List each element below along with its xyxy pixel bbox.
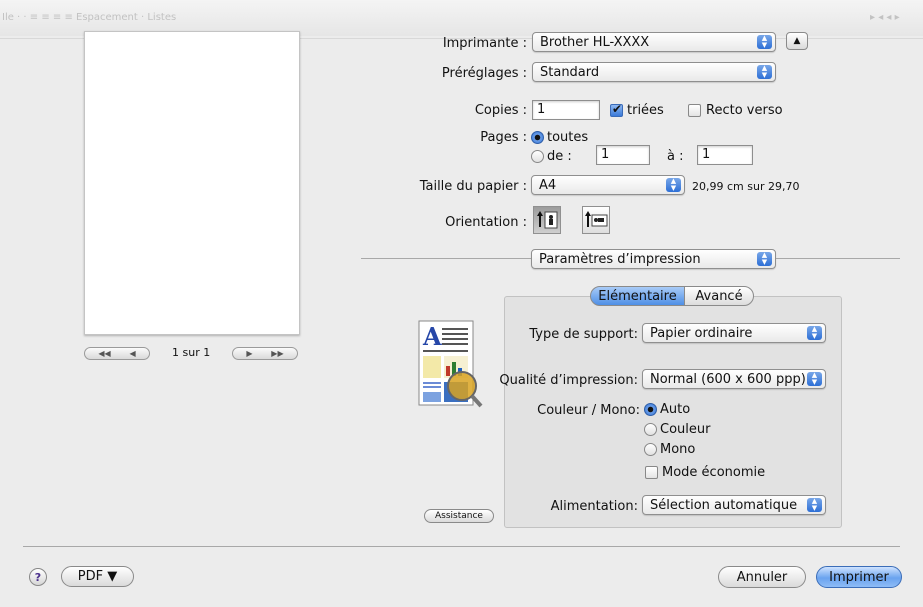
orientation-label: Orientation : — [445, 215, 527, 230]
popup-arrows-icon: ▲ ▼ — [807, 372, 822, 386]
color-auto-radio[interactable] — [644, 403, 657, 416]
pages-all-radio[interactable] — [531, 131, 544, 144]
pages-to-field[interactable]: 1 — [697, 145, 753, 165]
section-popup[interactable]: Paramètres d’impression ▲ ▼ — [531, 249, 776, 269]
print-settings-illustration: A — [418, 320, 484, 408]
paper-size-value: A4 — [539, 177, 557, 193]
print-button[interactable]: Imprimer — [816, 566, 902, 588]
popup-arrows-icon: ▲ ▼ — [807, 498, 822, 512]
tab-avance-label: Avancé — [695, 288, 743, 304]
print-label: Imprimer — [829, 569, 889, 585]
assistance-label: Assistance — [435, 511, 483, 521]
popup-arrows-icon: ▲ ▼ — [666, 178, 681, 192]
paper-dimensions: 20,99 cm sur 29,70 — [692, 180, 800, 193]
landscape-icon — [585, 211, 608, 227]
portrait-icon — [537, 211, 558, 229]
copies-field[interactable]: 1 — [532, 100, 600, 120]
printer-popup[interactable]: Brother HL-XXXX ▲ ▼ — [532, 32, 776, 52]
economy-mode-label: Mode économie — [662, 465, 766, 480]
color-couleur-radio[interactable] — [644, 423, 657, 436]
presets-value: Standard — [540, 64, 600, 80]
section-separator-right — [776, 258, 900, 259]
cancel-button[interactable]: Annuler — [718, 566, 806, 588]
paper-size-popup[interactable]: A4 ▲ ▼ — [531, 175, 685, 195]
pages-label: Pages : — [480, 130, 527, 145]
collated-label: triées — [627, 103, 664, 118]
first-page-icon[interactable]: ◀◀ — [98, 349, 110, 358]
economy-mode-checkbox[interactable] — [645, 466, 658, 479]
background-toolbar-text: Ile · · ≡ ≡ ≡ ≡ Espacement · Listes — [2, 12, 177, 23]
color-auto-label: Auto — [660, 402, 691, 417]
help-icon: ? — [34, 570, 42, 584]
help-button[interactable]: ? — [29, 568, 47, 586]
last-page-icon[interactable]: ▶▶ — [271, 349, 283, 358]
printer-value: Brother HL-XXXX — [540, 34, 650, 50]
paper-source-value: Sélection automatique — [650, 497, 798, 513]
background-toolbar-arrows: ▸ ◂ ◂ ▸ — [870, 12, 900, 23]
paper-size-label: Taille du papier : — [419, 179, 527, 194]
section-value: Paramètres d’impression — [539, 251, 701, 267]
popup-arrows-icon: ▲ ▼ — [757, 35, 772, 49]
preview-forward-buttons[interactable]: ▶ ▶▶ — [232, 347, 298, 360]
duplex-checkbox[interactable] — [688, 104, 701, 117]
page-indicator: 1 sur 1 — [172, 346, 211, 359]
print-quality-value: Normal (600 x 600 ppp) — [650, 371, 806, 387]
previous-page-icon[interactable]: ◀ — [129, 349, 135, 358]
print-quality-popup[interactable]: Normal (600 x 600 ppp) ▲ ▼ — [642, 369, 826, 389]
popup-arrows-icon: ▲ ▼ — [757, 252, 772, 266]
orientation-landscape-button[interactable] — [582, 206, 610, 234]
pages-to-label: à : — [667, 149, 684, 164]
popup-arrows-icon: ▲ ▼ — [807, 326, 822, 340]
disclosure-button[interactable]: ▲ — [786, 32, 808, 50]
duplex-label: Recto verso — [706, 103, 783, 118]
next-page-icon[interactable]: ▶ — [246, 349, 252, 358]
printer-label: Imprimante : — [442, 36, 527, 51]
disclosure-up-icon: ▲ — [793, 36, 801, 46]
print-quality-label: Qualité d’impression: — [499, 373, 638, 388]
copies-label: Copies : — [474, 103, 527, 118]
pdf-label: PDF ▼ — [77, 569, 118, 584]
section-separator-left — [361, 258, 531, 259]
pages-from-label: de : — [547, 149, 572, 164]
orientation-portrait-button[interactable] — [533, 206, 561, 234]
svg-text:A: A — [422, 322, 442, 351]
tab-elementaire-label: Elémentaire — [598, 288, 677, 304]
color-mode-label: Couleur / Mono: — [537, 403, 640, 418]
presets-label: Préréglages : — [441, 66, 527, 81]
assistance-button[interactable]: Assistance — [424, 509, 494, 523]
color-mono-label: Mono — [660, 442, 696, 457]
color-couleur-label: Couleur — [660, 422, 711, 437]
tab-avance[interactable]: Avancé — [684, 286, 754, 306]
paper-source-popup[interactable]: Sélection automatique ▲ ▼ — [642, 495, 826, 515]
paper-source-label: Alimentation: — [550, 499, 638, 514]
presets-popup[interactable]: Standard ▲ ▼ — [532, 62, 776, 82]
cancel-label: Annuler — [736, 569, 788, 585]
media-type-popup[interactable]: Papier ordinaire ▲ ▼ — [642, 323, 826, 343]
page-preview — [84, 31, 300, 335]
pages-all-label: toutes — [547, 130, 589, 145]
media-type-value: Papier ordinaire — [650, 325, 753, 341]
color-mono-radio[interactable] — [644, 443, 657, 456]
pdf-button[interactable]: PDF ▼ — [61, 566, 134, 587]
preview-back-buttons[interactable]: ◀◀ ◀ — [84, 347, 150, 360]
media-type-label: Type de support: — [529, 327, 638, 342]
document-preview-icon: A — [418, 320, 483, 408]
tab-elementaire[interactable]: Elémentaire — [590, 286, 685, 306]
pages-from-field[interactable]: 1 — [596, 145, 650, 165]
footer-separator — [23, 546, 900, 547]
pages-range-radio[interactable] — [531, 150, 544, 163]
popup-arrows-icon: ▲ ▼ — [757, 65, 772, 79]
collated-checkbox[interactable] — [610, 104, 623, 117]
